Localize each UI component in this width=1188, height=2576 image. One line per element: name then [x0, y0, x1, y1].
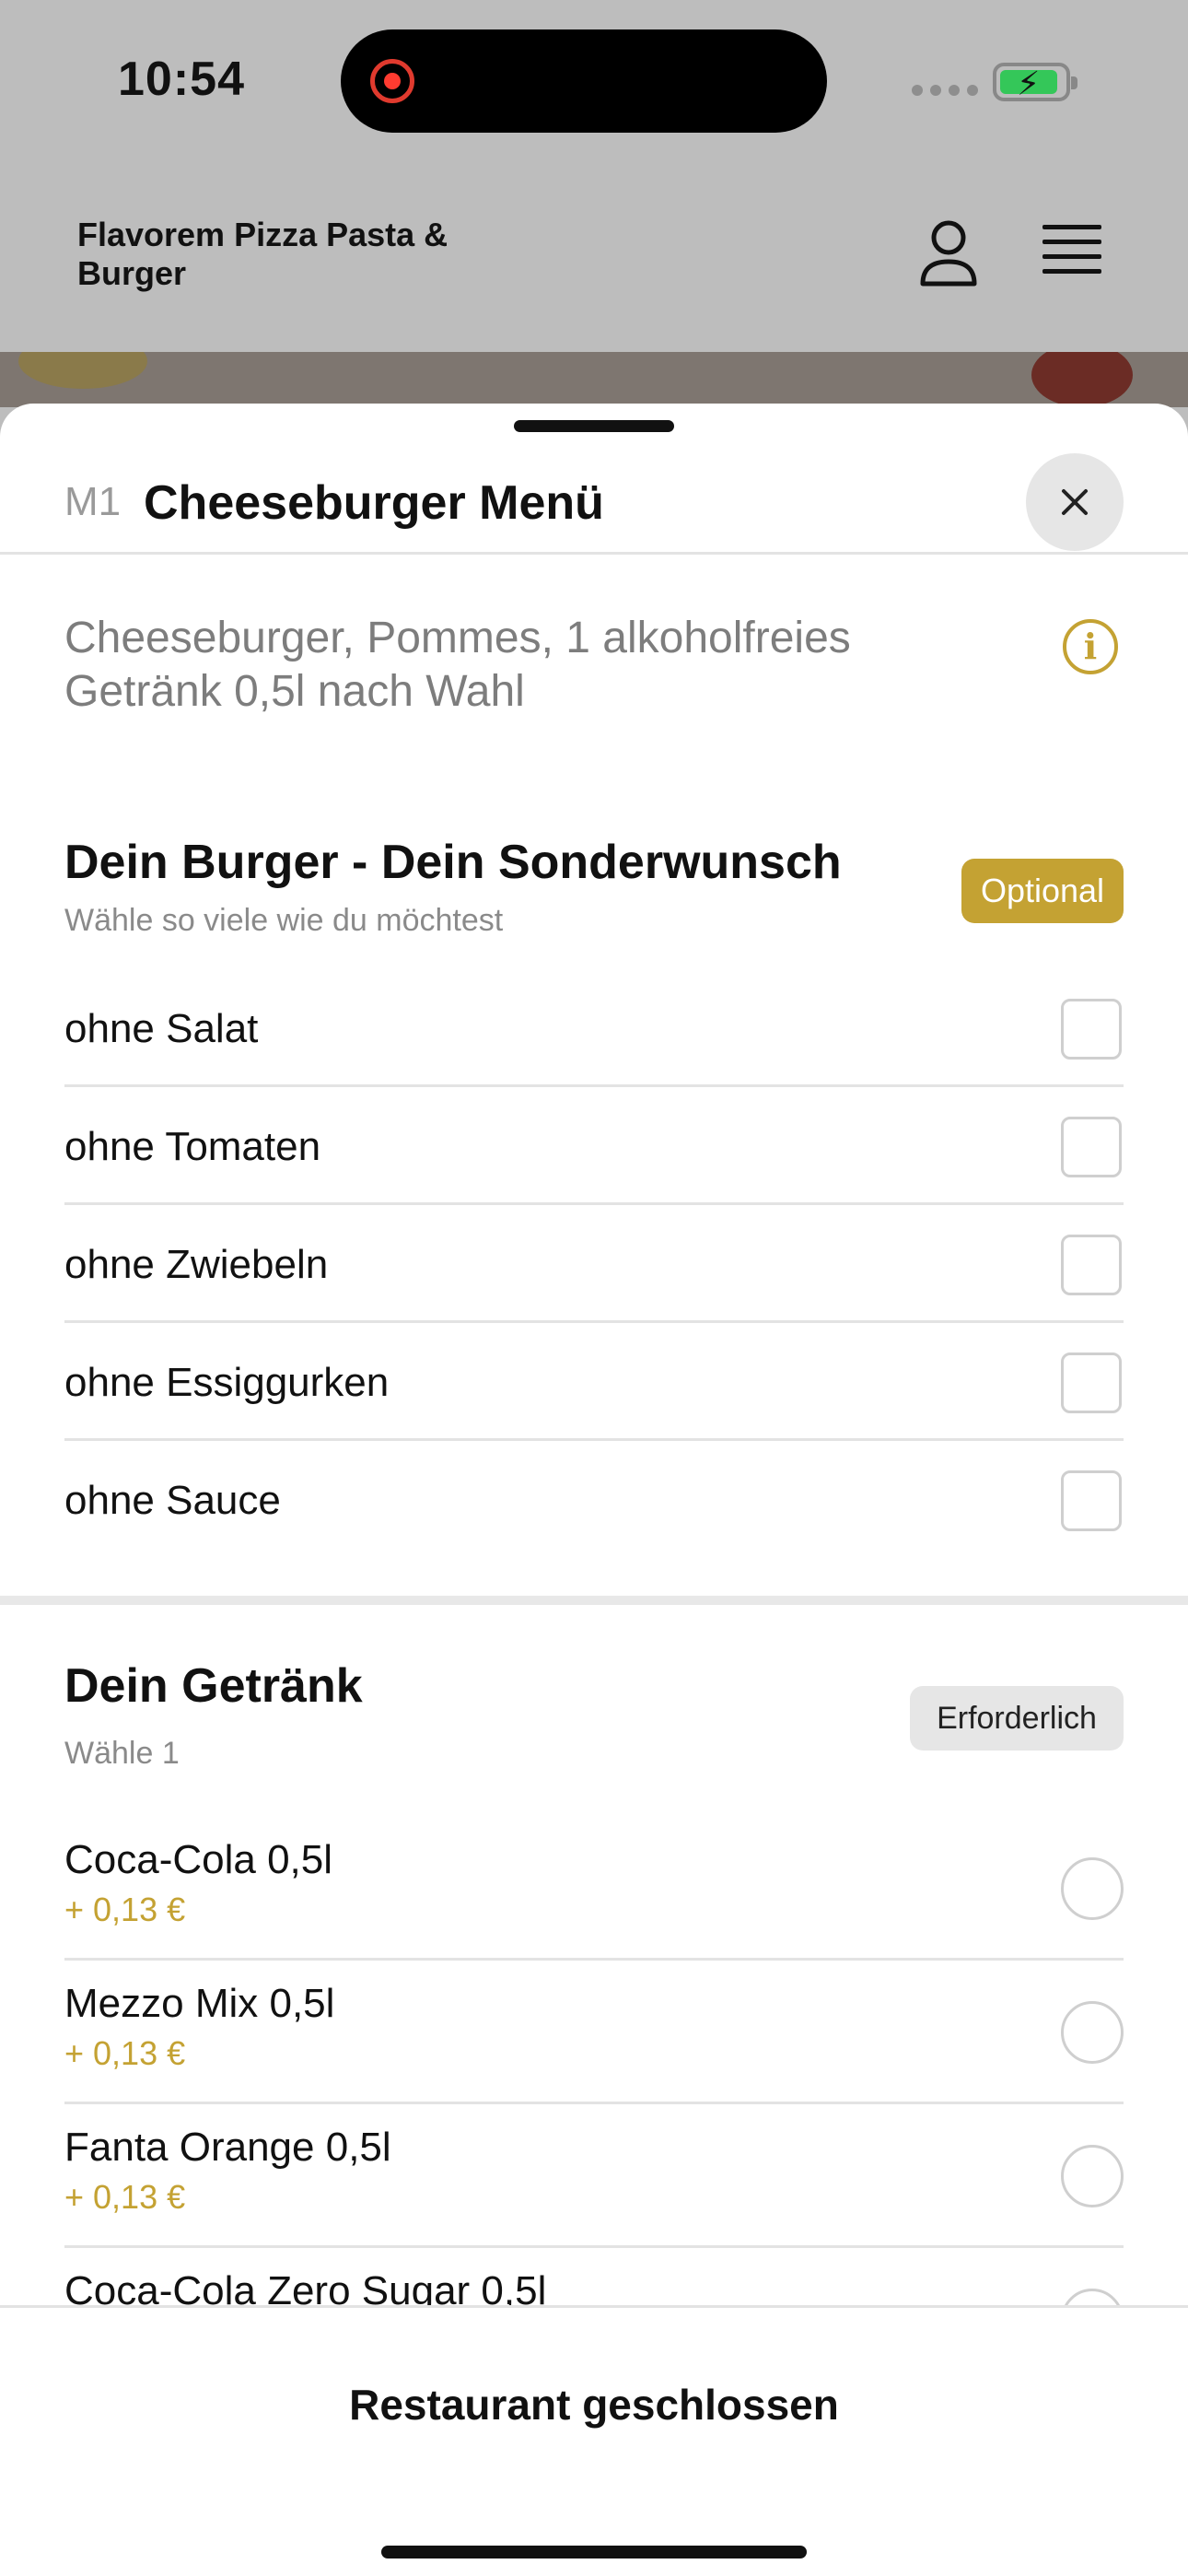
battery-icon: ⚡ — [993, 63, 1077, 102]
drink-label: Fanta Orange 0,5l — [64, 2125, 391, 2170]
required-badge: Erforderlich — [910, 1686, 1124, 1751]
app-header: Flavorem Pizza Pasta & Burger — [0, 175, 1188, 352]
home-indicator[interactable] — [381, 2546, 807, 2558]
radio-button[interactable] — [1061, 2145, 1124, 2207]
drink-section-subtitle: Wähle 1 — [64, 1736, 180, 1771]
drink-price: + 0,13 € — [64, 2178, 186, 2216]
option-label: ohne Tomaten — [64, 1124, 321, 1169]
list-item[interactable]: ohne Sauce — [64, 1441, 1124, 1559]
product-code: M1 — [64, 479, 122, 524]
restaurant-closed-button[interactable]: Restaurant geschlossen — [0, 2380, 1188, 2430]
hero-image — [0, 352, 1188, 407]
option-label: ohne Sauce — [64, 1478, 281, 1523]
list-item[interactable]: Mezzo Mix 0,5l + 0,13 € — [64, 1961, 1124, 2104]
optional-badge: Optional — [961, 859, 1124, 923]
product-description: Cheeseburger, Pommes, 1 alkoholfreies Ge… — [64, 614, 851, 716]
drink-label: Coca-Cola 0,5l — [64, 1837, 333, 1882]
status-bar: 10:54 ⚡ — [0, 0, 1188, 175]
account-button[interactable] — [912, 216, 985, 289]
drink-label: Mezzo Mix 0,5l — [64, 1981, 335, 2026]
list-item[interactable]: Coca-Cola 0,5l + 0,13 € — [64, 1817, 1124, 1961]
drink-price: + 0,13 € — [64, 1891, 186, 1928]
list-item[interactable]: ohne Tomaten — [64, 1087, 1124, 1205]
option-label: ohne Salat — [64, 1006, 259, 1051]
menu-icon — [1037, 225, 1111, 274]
list-item[interactable]: ohne Salat — [64, 969, 1124, 1087]
option-label: ohne Zwiebeln — [64, 1242, 329, 1287]
product-sheet: M1 Cheeseburger Menü Cheeseburger, Pomme… — [0, 404, 1188, 2576]
checkbox[interactable] — [1061, 1352, 1122, 1413]
info-icon[interactable]: i — [1063, 619, 1118, 674]
sheet-footer: Restaurant geschlossen — [0, 2305, 1188, 2576]
list-item[interactable]: Fanta Orange 0,5l + 0,13 € — [64, 2104, 1124, 2248]
sheet-header: M1 Cheeseburger Menü — [0, 431, 1188, 555]
restaurant-name: Flavorem Pizza Pasta & Burger — [77, 216, 448, 292]
option-label: ohne Essiggurken — [64, 1360, 390, 1405]
dynamic-island — [341, 29, 827, 133]
user-icon — [920, 220, 977, 287]
checkbox[interactable] — [1061, 1235, 1122, 1295]
hamburger-menu-button[interactable] — [1037, 225, 1111, 289]
list-item[interactable]: ohne Essiggurken — [64, 1323, 1124, 1441]
burger-section-title: Dein Burger - Dein Sonderwunsch — [64, 836, 842, 889]
section-divider — [0, 1596, 1188, 1605]
radio-button[interactable] — [1061, 1857, 1124, 1920]
drink-section-title: Dein Getränk — [64, 1659, 363, 1713]
recording-icon — [370, 59, 414, 103]
burger-section-subtitle: Wähle so viele wie du möchtest — [64, 903, 504, 938]
drink-price: + 0,13 € — [64, 2034, 186, 2072]
product-title: Cheeseburger Menü — [144, 476, 604, 530]
checkbox[interactable] — [1061, 1117, 1122, 1177]
status-time: 10:54 — [118, 53, 245, 106]
close-button[interactable] — [1026, 453, 1124, 551]
checkbox[interactable] — [1061, 999, 1122, 1060]
list-item[interactable]: ohne Zwiebeln — [64, 1205, 1124, 1323]
checkbox[interactable] — [1061, 1470, 1122, 1531]
signal-icon — [912, 85, 978, 96]
radio-button[interactable] — [1061, 2001, 1124, 2064]
